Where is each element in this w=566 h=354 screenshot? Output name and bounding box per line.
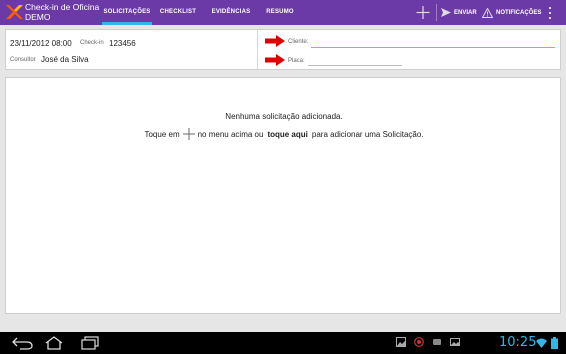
- consultor-label: Consultor: [10, 57, 36, 63]
- solicitacoes-panel: Nenhuma solicitação adicionada. Toque em…: [5, 77, 561, 314]
- app-notification-icon: [433, 339, 441, 345]
- cliente-label: Cliente:: [288, 39, 309, 45]
- cliente-field[interactable]: [311, 33, 555, 48]
- back-icon[interactable]: [12, 336, 34, 350]
- empty-state-hint: Toque em no menu acima ou toque aqui par…: [6, 127, 562, 141]
- warning-icon: [482, 7, 493, 18]
- placa-label: Placa:: [288, 58, 305, 64]
- add-solicitacao-link[interactable]: toque aqui: [267, 130, 307, 139]
- gallery-notification-icon: [450, 338, 460, 346]
- send-label: ENVIAR: [454, 9, 477, 16]
- send-icon: [441, 8, 451, 17]
- hint-suffix: para adicionar uma Solicitação.: [311, 129, 424, 139]
- plus-icon[interactable]: [414, 4, 432, 21]
- wifi-icon: [536, 338, 547, 348]
- arrow-right-icon: [265, 54, 285, 66]
- hint-middle: no menu acima ou: [197, 129, 264, 139]
- checkin-number-label: Check-in: [80, 40, 104, 46]
- placa-field[interactable]: [308, 52, 402, 66]
- checkin-header-card: 23/11/2012 08:00 Check-in 123456 Consult…: [5, 29, 561, 70]
- plus-icon: [182, 128, 195, 140]
- battery-icon: [551, 337, 558, 349]
- system-clock[interactable]: 10:25: [499, 335, 536, 350]
- checkin-info: 23/11/2012 08:00 Check-in 123456 Consult…: [6, 30, 258, 69]
- recent-apps-icon[interactable]: [80, 336, 100, 350]
- app-title: Check-in de Oficina: [25, 2, 100, 12]
- overflow-menu-icon[interactable]: [546, 6, 554, 20]
- tab-checklist[interactable]: CHECKLIST: [158, 0, 198, 25]
- image-notification-icon: [396, 337, 406, 347]
- hint-prefix: Toque em: [144, 129, 180, 139]
- notifications-button[interactable]: NOTIFICAÇÕES: [482, 0, 541, 25]
- empty-state-title: Nenhuma solicitação adicionada.: [225, 112, 343, 121]
- app-window: Check-in de Oficina DEMO SOLICITAÇÕES CH…: [0, 0, 566, 354]
- notifications-label: NOTIFICAÇÕES: [496, 9, 542, 16]
- tab-solicitacoes[interactable]: SOLICITAÇÕES: [102, 0, 152, 25]
- tab-evidencias[interactable]: EVIDÊNCIAS: [208, 0, 254, 25]
- status-notifications: [396, 337, 460, 347]
- record-notification-icon: [414, 337, 424, 347]
- checkin-date: 23/11/2012 08:00: [10, 39, 72, 48]
- system-navigation-bar: 10:25: [0, 332, 566, 354]
- action-bar: Check-in de Oficina DEMO SOLICITAÇÕES CH…: [0, 0, 566, 25]
- home-icon[interactable]: [44, 336, 64, 350]
- send-button[interactable]: ENVIAR: [441, 0, 477, 25]
- app-subtitle: DEMO: [25, 12, 51, 22]
- app-logo-icon: [6, 5, 23, 19]
- tab-resumo[interactable]: RESUMO: [262, 0, 298, 25]
- checkin-number: 123456: [109, 39, 136, 48]
- action-divider: [436, 4, 437, 21]
- arrow-right-icon: [265, 35, 285, 47]
- consultor-name: José da Silva: [41, 55, 89, 64]
